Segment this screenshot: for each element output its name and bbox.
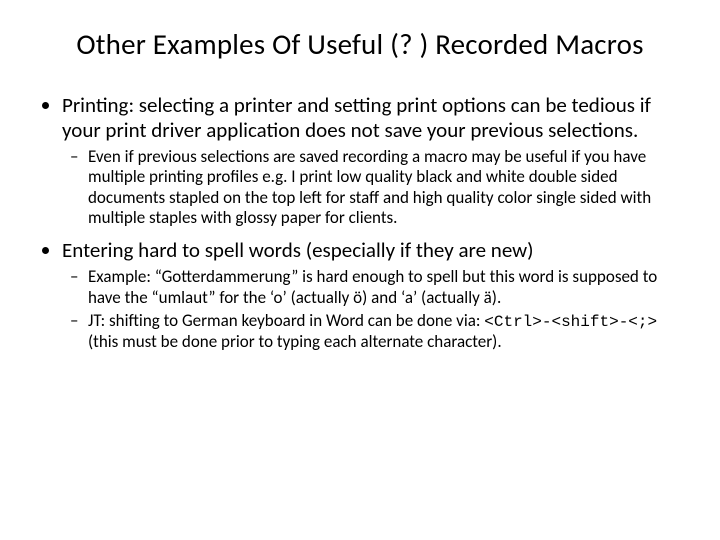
bullet-text: Entering hard to spell words (especially… (62, 237, 534, 263)
bullet-item: Entering hard to spell words (especially… (62, 238, 680, 352)
bullet-text: Printing: selecting a printer and settin… (62, 92, 651, 143)
sub-item: JT: shifting to German keyboard in Word … (88, 311, 680, 353)
sub-item: Even if previous selections are saved re… (88, 147, 680, 229)
bullet-item: Printing: selecting a printer and settin… (62, 93, 680, 228)
slide: Other Examples Of Useful (? ) Recorded M… (0, 0, 720, 540)
sub-text: Even if previous selections are saved re… (88, 146, 651, 228)
sub-text-prefix: JT: shifting to German keyboard in Word … (88, 310, 484, 331)
sub-list: Even if previous selections are saved re… (62, 147, 680, 229)
sub-item: Example: “Gotterdammerung” is hard enoug… (88, 267, 680, 308)
bullet-list: Printing: selecting a printer and settin… (40, 93, 680, 352)
sub-list: Example: “Gotterdammerung” is hard enoug… (62, 267, 680, 352)
code-span: <Ctrl>-<shift>-<;> (484, 313, 657, 331)
sub-text: Example: “Gotterdammerung” is hard enoug… (88, 266, 657, 307)
slide-title: Other Examples Of Useful (? ) Recorded M… (40, 28, 680, 61)
sub-text-suffix: (this must be done prior to typing each … (88, 331, 502, 352)
